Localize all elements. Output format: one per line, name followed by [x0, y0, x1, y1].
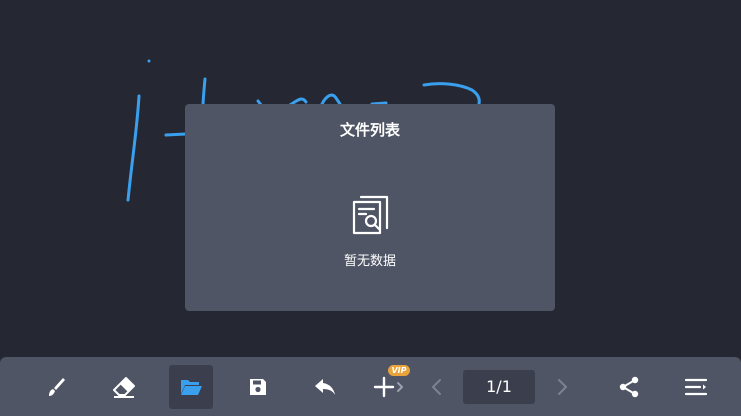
share-icon — [619, 376, 639, 398]
brush-button[interactable] — [35, 365, 79, 409]
share-button[interactable] — [607, 365, 651, 409]
eraser-button[interactable] — [102, 365, 146, 409]
add-page-icon — [373, 376, 403, 398]
undo-icon — [315, 379, 335, 395]
menu-icon — [684, 378, 708, 396]
bottom-toolbar — [0, 357, 741, 416]
menu-button[interactable] — [674, 365, 718, 409]
save-button[interactable] — [236, 365, 280, 409]
brush-icon — [49, 378, 65, 396]
open-file-button[interactable] — [169, 365, 213, 409]
eraser-icon — [113, 377, 135, 398]
next-page-button[interactable] — [540, 365, 584, 409]
folder-icon — [181, 380, 202, 395]
vip-badge: VIP — [388, 365, 410, 376]
undo-button[interactable] — [303, 365, 347, 409]
file-list-dialog: 文件列表 暂无数据 — [185, 104, 555, 311]
prev-page-icon — [432, 379, 441, 395]
file-search-icon — [349, 192, 393, 236]
save-icon — [250, 379, 266, 395]
next-page-icon — [558, 379, 567, 395]
page-indicator[interactable]: 1/1 — [463, 370, 535, 404]
dialog-title: 文件列表 — [339, 121, 400, 139]
previous-page-button[interactable] — [415, 365, 459, 409]
empty-state-text: 暂无数据 — [343, 254, 396, 269]
